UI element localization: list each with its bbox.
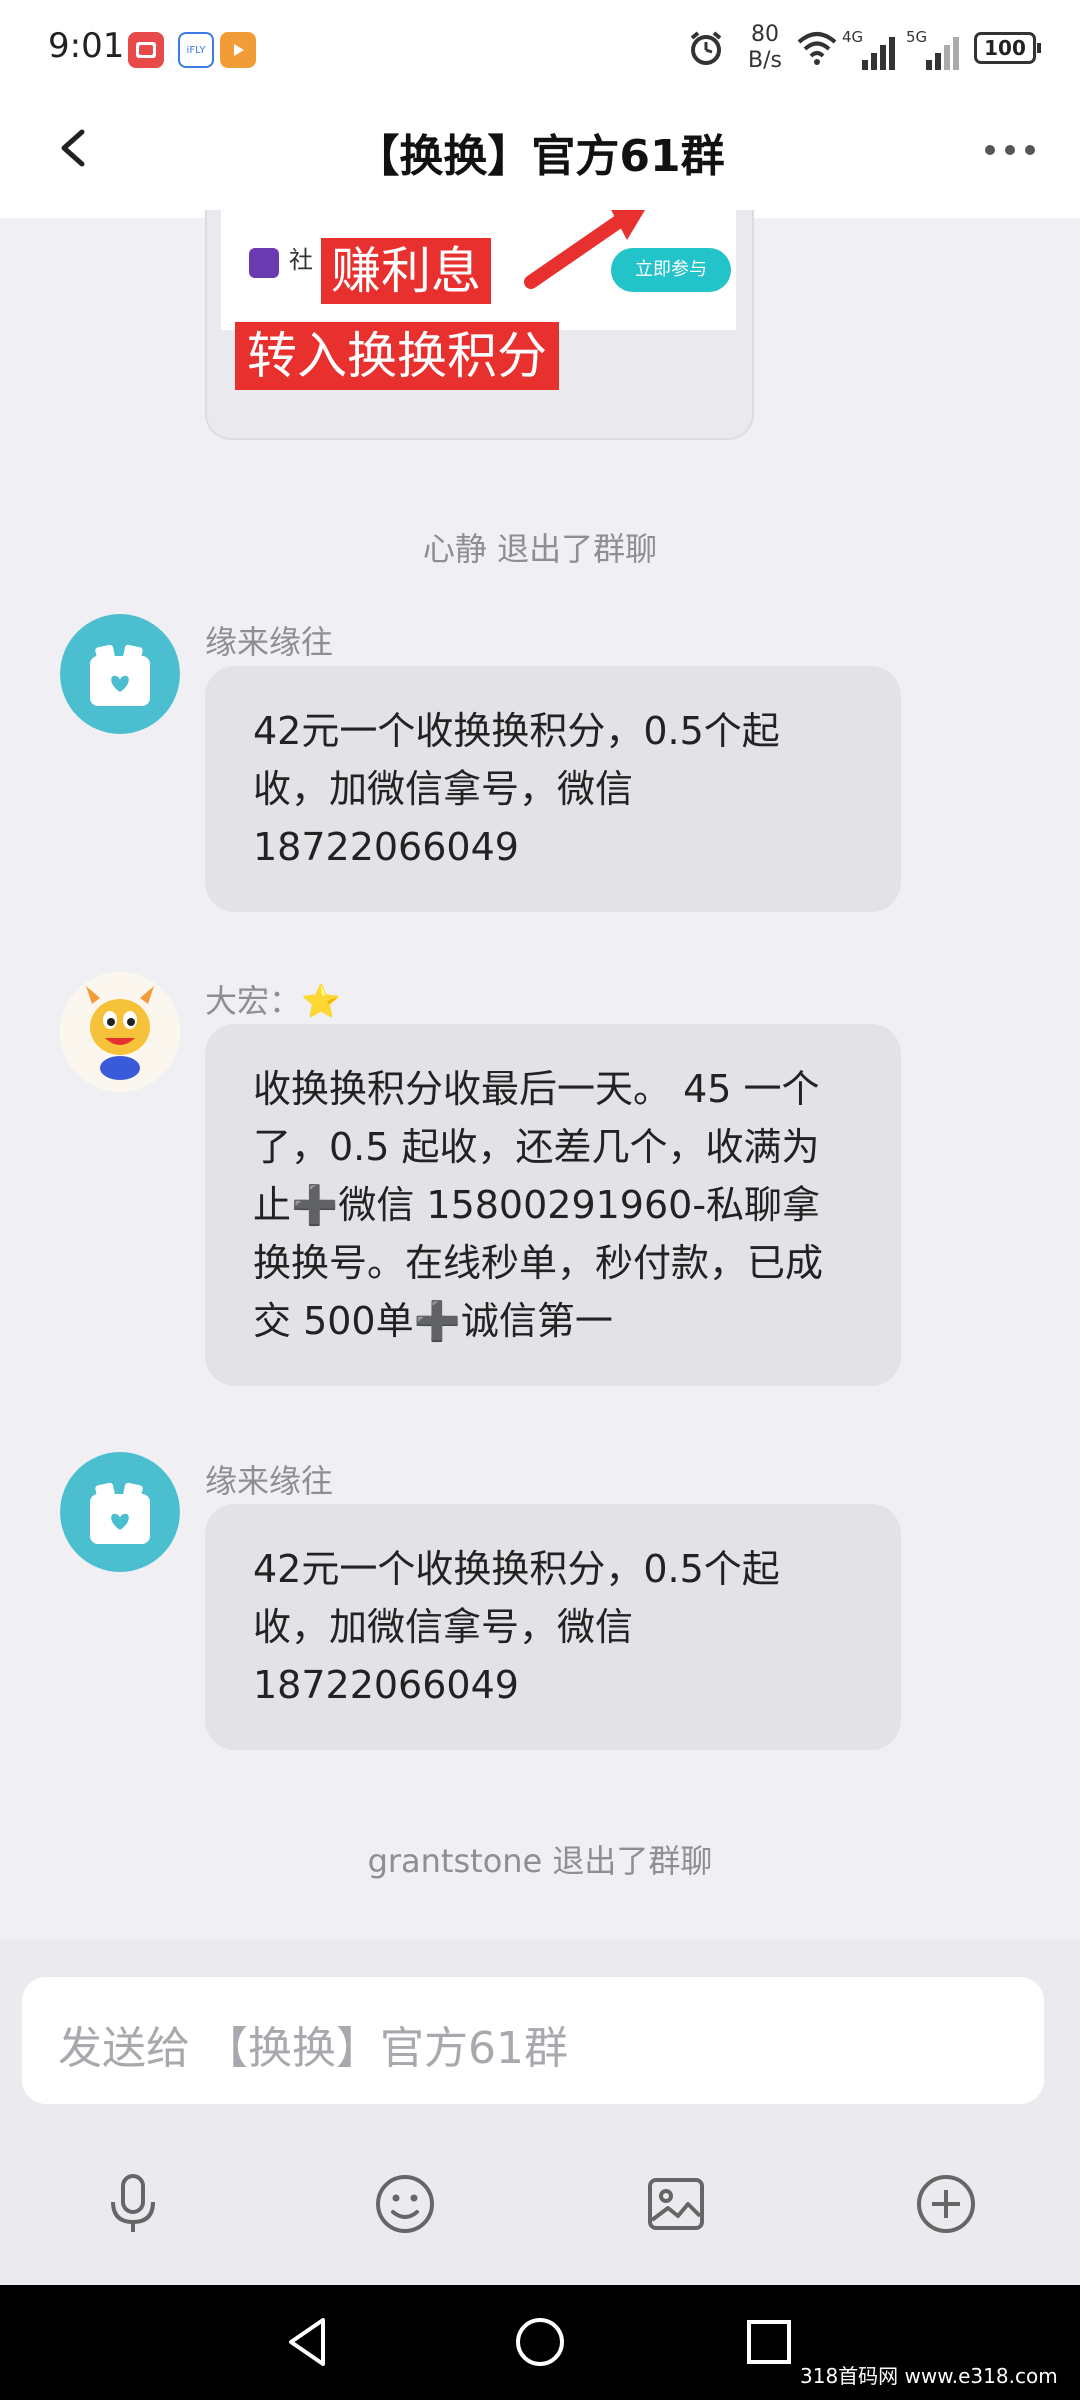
system-message: 心静 退出了群聊 (422, 530, 658, 568)
nav-home-icon[interactable] (508, 2310, 572, 2374)
watermark: 318首码网 www.e318.com (800, 2364, 1058, 2388)
message-bubble[interactable]: 收换换积分收最后一天。 45 一个了，0.5 起收，还差几个，收满为止➕微信 1… (205, 1024, 901, 1386)
sender-name: 缘来缘往 (205, 623, 334, 661)
video-app-icon (220, 32, 256, 68)
avatar[interactable] (60, 972, 180, 1092)
app-logo-icon (249, 248, 279, 278)
sender-name: 大宏：⭐ (205, 982, 341, 1020)
signal-4g-icon: 4G (842, 28, 900, 70)
red-app-icon (128, 32, 164, 68)
message-input-placeholder: 发送给 【换换】官方61群 (58, 2023, 568, 2074)
status-time: 9:01 (48, 26, 125, 66)
signal-5g-icon: 5G (906, 28, 964, 70)
page-title: 【换换】官方61群 (355, 131, 725, 182)
system-message: grantstone 退出了群聊 (367, 1842, 713, 1880)
promo-banner-top: 赚利息 (321, 238, 491, 304)
nav-back-icon[interactable] (277, 2310, 341, 2374)
status-bar: 9:01 iFLY 80 B/s 4G 5G 100 (0, 0, 1080, 100)
nav-recents-icon[interactable] (737, 2310, 801, 2374)
chat-header: 【换换】官方61群 (0, 100, 1080, 218)
battery-icon: 100 (974, 32, 1041, 64)
sender-name: 缘来缘往 (205, 1462, 334, 1500)
promo-image: 社 赚利息 立即参与 (221, 210, 736, 330)
more-options-icon[interactable] (982, 130, 1042, 170)
join-button: 立即参与 (611, 248, 731, 292)
image-icon[interactable] (642, 2170, 710, 2238)
alarm-icon (686, 28, 726, 72)
ifly-icon: iFLY (178, 32, 214, 68)
add-icon[interactable] (912, 2170, 980, 2238)
image-message[interactable]: 社 赚利息 立即参与 转入换换积分 (205, 210, 754, 440)
message-bubble[interactable]: 42元一个收换换积分，0.5个起收，加微信拿号，微信18722066049 (205, 666, 901, 912)
microphone-icon[interactable] (99, 2170, 167, 2238)
message-bubble[interactable]: 42元一个收换换积分，0.5个起收，加微信拿号，微信18722066049 (205, 1504, 901, 1750)
avatar[interactable] (60, 614, 180, 734)
net-speed: 80 B/s (748, 22, 782, 73)
promo-banner-bottom: 转入换换积分 (235, 322, 559, 390)
emoji-icon[interactable] (371, 2170, 439, 2238)
wifi-icon (796, 30, 838, 70)
avatar[interactable] (60, 1452, 180, 1572)
